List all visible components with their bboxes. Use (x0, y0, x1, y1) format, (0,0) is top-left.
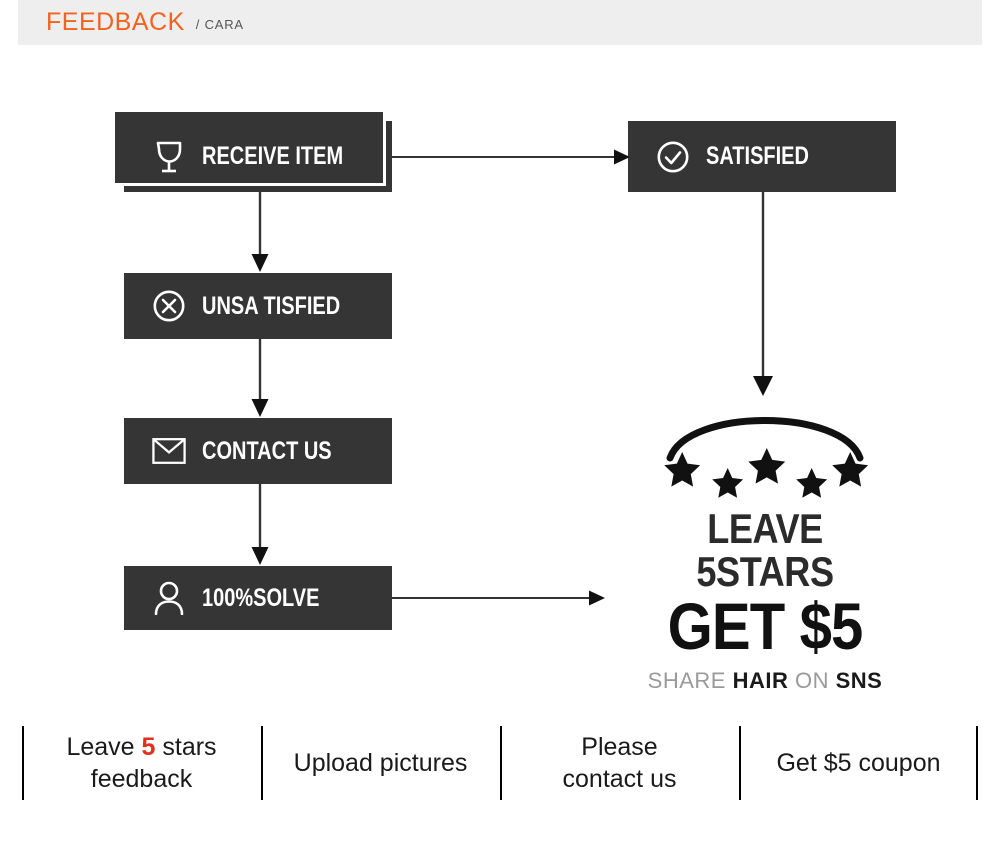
check-circle-icon (656, 140, 690, 174)
reward-subline-part-on: ON (794, 668, 836, 694)
reward-headline-primary: LEAVE 5STARS (696, 505, 834, 595)
reward-subline-part-hair: HAIR (732, 668, 789, 694)
flow-node-receive-item: RECEIVE ITEM (112, 109, 392, 192)
connector-receive-to-satisfied (392, 147, 632, 167)
page-title: FEEDBACK (46, 8, 185, 36)
user-icon (152, 581, 186, 615)
envelope-icon (152, 434, 186, 468)
connector-solve-to-reward (392, 588, 607, 608)
flow-node-unsatisfied: UNSA TISFIED (124, 273, 392, 339)
caption-text-post: stars (155, 733, 217, 761)
caption-text-highlight: 5 (141, 733, 156, 761)
caption-text-line2: contact us (562, 765, 677, 793)
page-subtitle: / CARA (195, 17, 244, 32)
reward-block: LEAVE 5STARS GET $5 SHARE HAIR ON SNS (620, 400, 910, 694)
page-header: FEEDBACK / CARA (18, 0, 982, 45)
flow-node-satisfied: SATISFIED (628, 121, 896, 192)
reward-headline-secondary: GET $5 (667, 588, 864, 663)
caption-leave-stars-feedback: Leave 5 stars feedback (22, 722, 261, 804)
connector-unsatisfied-to-contact (245, 339, 275, 419)
connector-satisfied-to-reward (748, 192, 778, 398)
wine-glass-icon (152, 140, 186, 174)
flow-node-label: RECEIVE ITEM (202, 142, 344, 170)
connector-receive-to-unsatisfied (245, 192, 275, 274)
caption-text-line2: feedback (90, 765, 193, 793)
flow-node-contact-us: CONTACT US (124, 418, 392, 484)
flow-node-100-percent-solve: 100%SOLVE (124, 566, 392, 630)
five-stars-arc-icon (664, 417, 869, 498)
caption-text-pre: Please (581, 733, 658, 761)
caption-text-pre: Upload pictures (293, 749, 468, 777)
caption-please-contact-us: Please contact us (500, 722, 739, 804)
caption-text-pre: Get $5 coupon (776, 749, 941, 777)
flow-node-label: 100%SOLVE (202, 583, 320, 612)
reward-subline: SHARE HAIR ON SNS (620, 668, 910, 694)
connector-contact-to-solve (245, 484, 275, 568)
flow-node-label: SATISFIED (706, 142, 809, 170)
caption-get-coupon: Get $5 coupon (739, 722, 978, 804)
footer-caption-row: Leave 5 stars feedback Upload pictures P… (22, 722, 978, 804)
reward-subline-part-share: SHARE (647, 668, 733, 694)
x-circle-icon (152, 289, 186, 323)
flow-node-label: CONTACT US (202, 436, 332, 465)
flow-node-label: UNSA TISFIED (202, 291, 341, 320)
reward-subline-part-sns: SNS (835, 668, 883, 694)
caption-upload-pictures: Upload pictures (261, 722, 500, 804)
caption-text-pre: Leave (66, 733, 142, 761)
feedback-flow-page: FEEDBACK / CARA RECEIVE ITEM SATISFIED U… (0, 0, 1000, 849)
